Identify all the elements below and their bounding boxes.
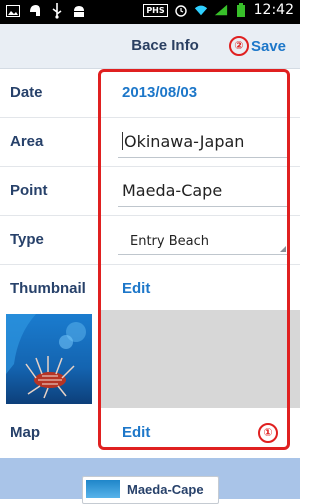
highlight-box xyxy=(98,69,290,450)
save-marker: ② xyxy=(228,36,249,56)
status-bar: PHS 12:42 xyxy=(0,0,300,24)
android-icon xyxy=(72,3,86,19)
area-label: Area xyxy=(10,133,44,150)
alarm-icon xyxy=(174,2,188,18)
status-bar-right: PHS 12:42 xyxy=(143,2,294,18)
type-label: Type xyxy=(10,231,44,248)
annotation-marker-1: ① xyxy=(258,423,278,443)
battery-icon xyxy=(234,2,248,18)
thumbnail-label: Thumbnail xyxy=(10,280,86,297)
helmet-icon xyxy=(28,3,42,19)
map-preview-label: Maeda-Cape xyxy=(127,482,204,497)
map-preview-marker[interactable]: Maeda-Cape xyxy=(82,476,219,504)
signal-icon xyxy=(214,2,228,18)
image-icon xyxy=(6,3,20,19)
map-thumbnail-image xyxy=(86,480,120,498)
save-button[interactable]: ② Save xyxy=(228,36,286,56)
status-time: 12:42 xyxy=(253,2,294,18)
wifi-icon xyxy=(194,2,208,18)
map-label: Map xyxy=(10,424,40,441)
point-label: Point xyxy=(10,182,48,199)
status-bar-left xyxy=(6,3,86,19)
save-label: Save xyxy=(250,37,286,55)
usb-icon xyxy=(50,3,64,19)
title-bar: Bace Info ② Save xyxy=(0,24,300,69)
map-preview-area: Maeda-Cape xyxy=(0,458,300,504)
date-label: Date xyxy=(10,84,43,101)
phs-badge: PHS xyxy=(143,3,168,17)
thumbnail-image[interactable] xyxy=(6,314,92,404)
